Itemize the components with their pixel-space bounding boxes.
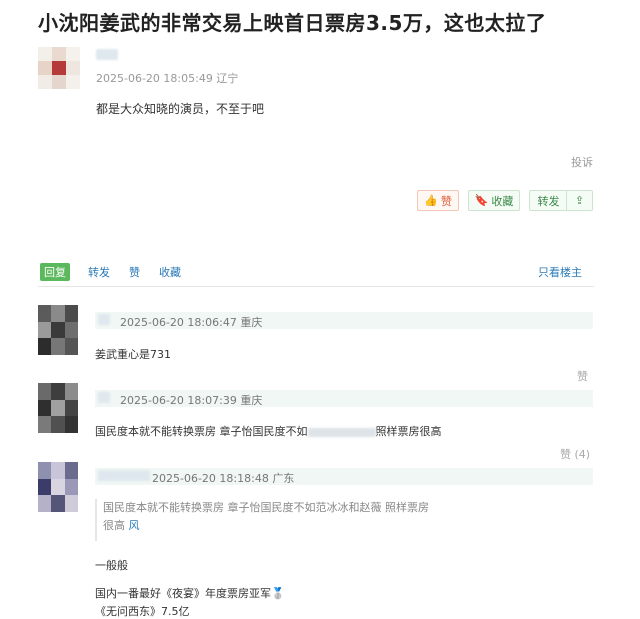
quote-line: 很高 风 — [103, 519, 140, 532]
tab-forward[interactable]: 转发 — [88, 264, 110, 280]
comment-body: 一般般 — [95, 559, 128, 572]
author-name[interactable] — [96, 49, 118, 60]
favorite-button[interactable]: 🔖 收藏 — [468, 190, 520, 211]
comment-timestamp: 2025-06-20 18:07:39 重庆 — [120, 394, 263, 407]
like-button[interactable]: 👍 赞 — [417, 190, 459, 211]
comment-like-button[interactable]: 赞 (4) — [560, 446, 590, 462]
avatar[interactable] — [38, 305, 78, 355]
commenter-name[interactable] — [98, 392, 110, 403]
owner-only-link[interactable]: 只看楼主 — [538, 264, 582, 280]
commenter-name[interactable] — [98, 470, 150, 481]
post-body: 都是大众知晓的演员，不至于吧 — [96, 102, 265, 116]
favorite-label: 收藏 — [491, 194, 514, 208]
avatar[interactable] — [38, 47, 80, 89]
tab-favorite[interactable]: 收藏 — [159, 264, 181, 280]
post-timestamp: 2025-06-20 18:05:49 辽宁 — [96, 72, 239, 85]
page-title: 小沈阳姜武的非常交易上映首日票房3.5万，这也太拉了 — [38, 11, 547, 35]
comment-tabbar: 回复 转发 赞 收藏 只看楼主 — [38, 261, 594, 287]
forward-button[interactable]: 转发 — [529, 190, 567, 211]
share-icon: ⇪ — [574, 194, 585, 207]
redacted-text — [307, 427, 376, 437]
comment-like-button[interactable]: 赞 — [577, 368, 588, 384]
avatar[interactable] — [38, 462, 78, 512]
bookmark-icon: 🔖 — [474, 194, 489, 207]
comment-body: 国内一番最好《夜宴》年度票房亚军🥈 — [95, 587, 285, 600]
forward-label: 转发 — [537, 194, 560, 208]
comment-text-after: 照样票房很高 — [375, 425, 442, 438]
comment-body: 姜武重心是731 — [95, 348, 171, 361]
comment-body: 《无问西东》7.5亿 — [95, 605, 190, 618]
commenter-name[interactable] — [98, 314, 110, 325]
thumb-icon: 👍 — [424, 194, 438, 207]
quoted-reply: 国民度本就不能转换票房 章子怡国民度不如范冰冰和赵薇 照样票房 很高 风 — [95, 499, 515, 541]
quote-line: 国民度本就不能转换票房 章子怡国民度不如范冰冰和赵薇 照样票房 — [103, 501, 429, 514]
comment-body: 国民度本就不能转换票房 章子怡国民度不如 照样票房很高 — [95, 423, 442, 439]
share-button[interactable]: ⇪ — [566, 190, 593, 211]
like-label: 赞 — [440, 194, 452, 208]
tab-reply[interactable]: 回复 — [40, 263, 70, 281]
comment-timestamp: 2025-06-20 18:06:47 重庆 — [120, 316, 263, 329]
quote-author-link[interactable]: 风 — [129, 519, 140, 532]
comment-text-before: 国民度本就不能转换票房 章子怡国民度不如 — [95, 425, 308, 438]
tab-like[interactable]: 赞 — [129, 264, 140, 280]
comment-timestamp: 2025-06-20 18:18:48 广东 — [152, 472, 295, 485]
report-link[interactable]: 投诉 — [571, 154, 593, 170]
avatar[interactable] — [38, 383, 78, 433]
